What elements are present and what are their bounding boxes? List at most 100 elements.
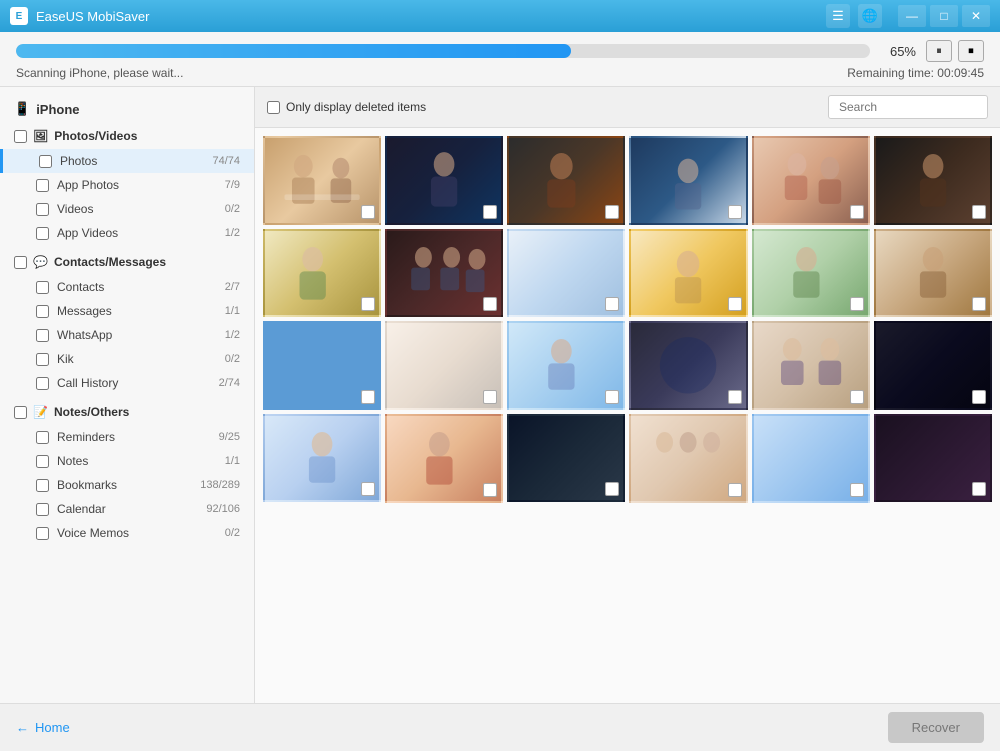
pause-button[interactable]: ⏸ [926,40,952,62]
photo-cell[interactable] [385,136,503,225]
photo-checkbox[interactable] [850,205,864,219]
check-videos[interactable] [36,203,49,216]
minimize-button[interactable]: — [898,5,926,27]
photo-checkbox[interactable] [483,483,497,497]
photo-checkbox[interactable] [972,297,986,311]
sidebar-item-bookmarks[interactable]: Bookmarks 138/289 [0,473,254,497]
sidebar-item-messages[interactable]: Messages 1/1 [0,299,254,323]
check-notes[interactable] [36,455,49,468]
sidebar-item-calendar[interactable]: Calendar 92/106 [0,497,254,521]
check-whatsapp[interactable] [36,329,49,342]
photo-checkbox[interactable] [728,205,742,219]
sidebar-item-app-videos[interactable]: App Videos 1/2 [0,221,254,245]
home-arrow-icon: ← [16,720,29,735]
check-messages[interactable] [36,305,49,318]
photo-checkbox[interactable] [972,205,986,219]
check-kik[interactable] [36,353,49,366]
close-button[interactable]: ✕ [962,5,990,27]
photo-checkbox[interactable] [850,483,864,497]
voice-memos-label: Voice Memos [57,526,225,540]
photo-checkbox[interactable] [728,483,742,497]
stop-button[interactable]: ⏹ [958,40,984,62]
photo-cell[interactable] [752,321,870,410]
photo-cell[interactable] [507,414,625,503]
globe-icon-btn[interactable]: 🌐 [858,4,882,28]
photo-cell[interactable] [507,229,625,318]
photo-cell[interactable] [263,321,381,410]
photo-checkbox[interactable] [972,390,986,404]
photo-checkbox[interactable] [361,482,375,496]
contacts-section-icon: 💬 [33,255,48,269]
photo-checkbox[interactable] [972,482,986,496]
photo-checkbox[interactable] [483,390,497,404]
photo-cell[interactable] [263,136,381,225]
progress-info: Scanning iPhone, please wait... Remainin… [16,66,984,80]
photo-cell[interactable] [263,414,381,503]
sidebar-item-app-photos[interactable]: App Photos 7/9 [0,173,254,197]
only-deleted-label[interactable]: Only display deleted items [267,100,426,114]
sidebar-item-voice-memos[interactable]: Voice Memos 0/2 [0,521,254,545]
photo-cell[interactable] [385,229,503,318]
photo-cell[interactable] [874,321,992,410]
check-call-history[interactable] [36,377,49,390]
photo-cell[interactable] [629,229,747,318]
sidebar-item-contacts[interactable]: Contacts 2/7 [0,275,254,299]
photo-cell[interactable] [874,136,992,225]
photo-cell[interactable] [507,136,625,225]
photo-cell[interactable] [385,414,503,503]
photo-checkbox[interactable] [483,297,497,311]
photo-checkbox[interactable] [605,482,619,496]
check-contacts[interactable] [36,281,49,294]
check-photos[interactable] [39,155,52,168]
check-reminders[interactable] [36,431,49,444]
photo-cell[interactable] [507,321,625,410]
photo-cell[interactable] [629,136,747,225]
calendar-count: 92/106 [206,503,240,515]
check-calendar[interactable] [36,503,49,516]
photo-cell[interactable] [629,321,747,410]
sidebar-item-photos[interactable]: Photos 74/74 [0,149,254,173]
only-deleted-checkbox[interactable] [267,101,280,114]
check-app-videos[interactable] [36,227,49,240]
recover-button[interactable]: Recover [888,712,984,743]
section-check-contacts[interactable] [14,256,27,269]
check-app-photos[interactable] [36,179,49,192]
photo-checkbox[interactable] [605,297,619,311]
sidebar-item-kik[interactable]: Kik 0/2 [0,347,254,371]
photo-checkbox[interactable] [728,297,742,311]
photo-checkbox[interactable] [850,297,864,311]
search-input[interactable] [828,95,988,119]
sidebar-item-reminders[interactable]: Reminders 9/25 [0,425,254,449]
sidebar-item-call-history[interactable]: Call History 2/74 [0,371,254,395]
maximize-button[interactable]: □ [930,5,958,27]
sidebar-item-notes[interactable]: Notes 1/1 [0,449,254,473]
photo-cell[interactable] [874,414,992,503]
photo-checkbox[interactable] [605,205,619,219]
only-deleted-text: Only display deleted items [286,100,426,114]
photo-cell[interactable] [385,321,503,410]
photo-cell[interactable] [629,414,747,503]
section-header-notes[interactable]: 📝 Notes/Others [0,399,254,425]
section-header-contacts[interactable]: 💬 Contacts/Messages [0,249,254,275]
section-check-notes[interactable] [14,406,27,419]
photo-cell[interactable] [752,136,870,225]
sidebar-item-whatsapp[interactable]: WhatsApp 1/2 [0,323,254,347]
section-check-photos[interactable] [14,130,27,143]
check-bookmarks[interactable] [36,479,49,492]
photo-checkbox[interactable] [361,205,375,219]
photo-cell[interactable] [752,229,870,318]
sidebar-item-videos[interactable]: Videos 0/2 [0,197,254,221]
photo-checkbox[interactable] [361,297,375,311]
photo-checkbox[interactable] [361,390,375,404]
menu-icon-btn[interactable]: ☰ [826,4,850,28]
photo-checkbox[interactable] [483,205,497,219]
section-header-photos-videos[interactable]: 🖼 Photos/Videos [0,123,254,149]
photo-checkbox[interactable] [850,390,864,404]
photo-checkbox[interactable] [605,390,619,404]
photo-cell[interactable] [752,414,870,503]
photo-cell[interactable] [874,229,992,318]
check-voice-memos[interactable] [36,527,49,540]
home-button[interactable]: ← Home [16,720,70,735]
photo-checkbox[interactable] [728,390,742,404]
photo-cell[interactable] [263,229,381,318]
